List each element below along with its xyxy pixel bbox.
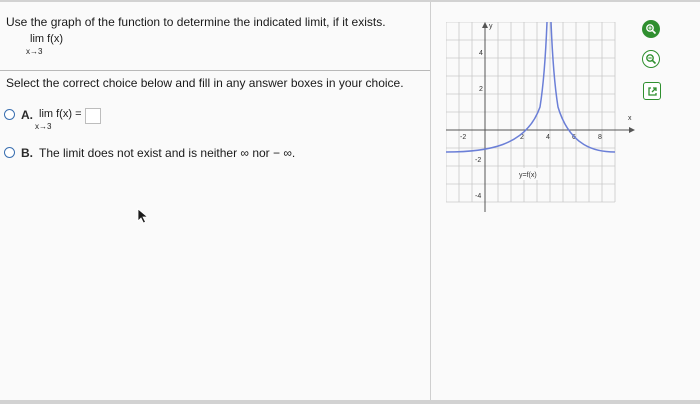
pane-divider (430, 2, 431, 400)
x-tick-label-4: 4 (546, 134, 550, 141)
curve-label: y=f(x) (519, 172, 537, 179)
zoom-in-button[interactable] (642, 20, 660, 38)
y-axis-label: y (489, 23, 493, 30)
curve-left-branch (446, 22, 548, 153)
x-tick-label-8: 8 (598, 134, 602, 141)
choice-a[interactable]: A. lim f(x) = x→3 (4, 108, 101, 131)
choice-b-radio[interactable] (4, 147, 15, 158)
y-tick-label-4: 4 (479, 50, 483, 57)
pop-out-button[interactable] (643, 82, 661, 100)
y-tick-label-neg4: -4 (475, 193, 481, 200)
mouse-cursor-icon (137, 208, 149, 224)
choice-b[interactable]: B. The limit does not exist and is neith… (4, 146, 295, 160)
choice-b-text: The limit does not exist and is neither … (39, 146, 296, 160)
question-pane: Use the graph of the function to determi… (0, 2, 430, 400)
zoom-out-button[interactable] (642, 50, 660, 68)
y-tick-label-neg2: -2 (475, 157, 481, 164)
y-tick-label-2: 2 (479, 86, 483, 93)
choice-a-lim-word: lim (39, 108, 54, 120)
limit-function: f(x) (47, 33, 64, 45)
page: Use the graph of the function to determi… (0, 2, 700, 400)
y-axis-arrow-icon (482, 22, 488, 28)
choice-a-radio[interactable] (4, 109, 15, 120)
zoom-in-icon (646, 24, 657, 35)
choice-a-expression: lim f(x) = x→3 (35, 108, 82, 131)
pop-out-icon (647, 86, 657, 96)
section-divider (0, 70, 430, 71)
function-graph: x y -2 2 4 6 8 4 2 -2 -4 y=f(x) (446, 22, 635, 212)
choice-a-subscript: x→3 (35, 122, 52, 131)
choice-b-letter: B. (21, 146, 33, 160)
instruction-text: Select the correct choice below and fill… (6, 76, 404, 90)
limit-expression: lim f(x) x→3 (26, 33, 64, 56)
choice-a-func: f(x) = (56, 108, 82, 120)
limit-subscript: x→3 (26, 47, 43, 56)
x-axis-label: x (628, 115, 632, 122)
answer-input-box[interactable] (84, 108, 101, 124)
zoom-out-icon (646, 54, 657, 65)
question-prompt: Use the graph of the function to determi… (6, 15, 386, 29)
choice-a-letter: A. (21, 108, 33, 122)
x-axis-arrow-icon (629, 127, 635, 133)
x-tick-label-neg2: -2 (460, 134, 466, 141)
limit-word: lim (30, 33, 45, 45)
curve-right-branch (550, 22, 616, 153)
